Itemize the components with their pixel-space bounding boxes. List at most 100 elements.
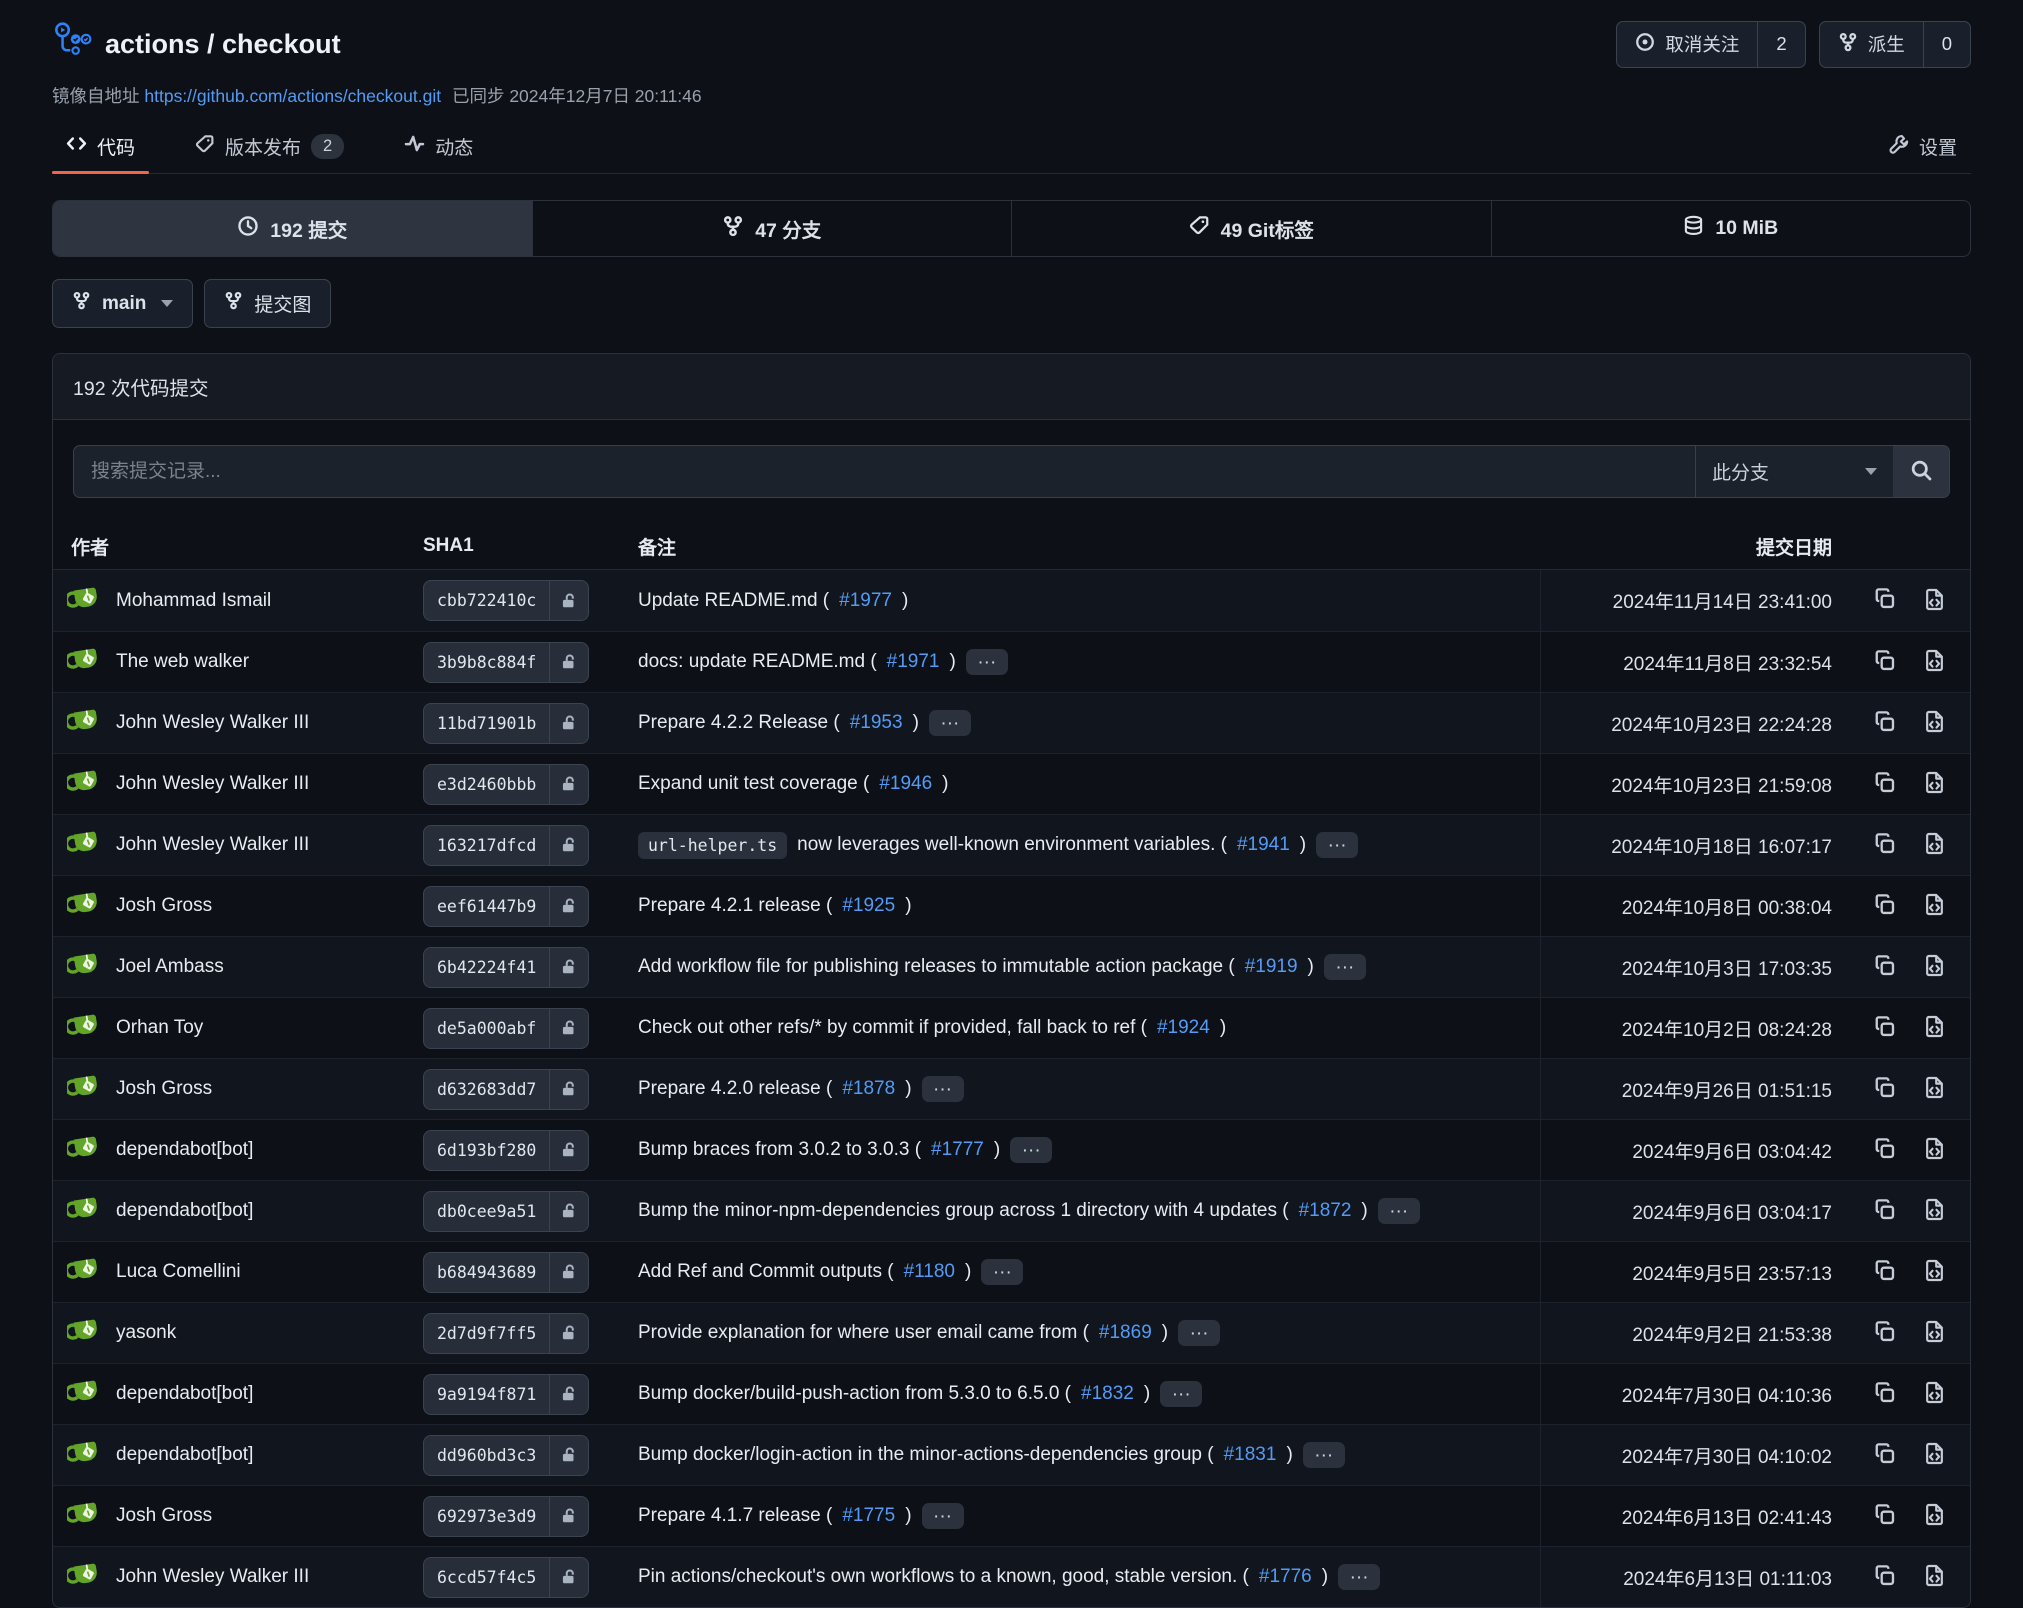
commit-issue-link[interactable]: #1971 [887,651,940,673]
commit-issue-link[interactable]: #1977 [839,590,892,612]
commit-issue-link[interactable]: #1777 [931,1139,984,1161]
browse-source-button[interactable] [1923,1320,1946,1346]
browse-source-button[interactable] [1923,1198,1946,1224]
commit-more-button[interactable]: ··· [1178,1320,1220,1346]
browse-source-button[interactable] [1923,649,1946,675]
commit-sha-badge[interactable]: 2d7d9f7ff5 [423,1313,589,1354]
commit-sha-badge[interactable]: de5a000abf [423,1008,589,1049]
commit-issue-link[interactable]: #1919 [1245,956,1298,978]
unwatch-button[interactable]: 取消关注 2 [1616,21,1805,68]
commit-sha-badge[interactable]: 163217dfcd [423,825,589,866]
copy-sha-button[interactable] [1874,1076,1896,1102]
commit-sha-badge[interactable]: 11bd71901b [423,703,589,744]
commit-issue-link[interactable]: #1776 [1259,1566,1312,1588]
copy-sha-button[interactable] [1874,1381,1896,1407]
browse-source-button[interactable] [1923,1564,1946,1590]
copy-sha-button[interactable] [1874,588,1896,614]
commit-issue-link[interactable]: #1953 [850,712,903,734]
watch-count[interactable]: 2 [1757,22,1804,67]
stat-size[interactable]: 10 MiB [1491,201,1971,256]
copy-sha-button[interactable] [1874,1320,1896,1346]
copy-sha-button[interactable] [1874,1137,1896,1163]
commit-issue-link[interactable]: #1946 [879,773,932,795]
commit-sha-badge[interactable]: e3d2460bbb [423,764,589,805]
commit-issue-link[interactable]: #1832 [1081,1383,1134,1405]
search-input[interactable] [74,446,1695,497]
commit-issue-link[interactable]: #1924 [1157,1017,1210,1039]
fork-count[interactable]: 0 [1923,22,1970,67]
browse-source-button[interactable] [1923,1442,1946,1468]
commit-issue-link[interactable]: #1878 [842,1078,895,1100]
commit-more-button[interactable]: ··· [981,1259,1023,1285]
copy-sha-button[interactable] [1874,1259,1896,1285]
branch-filter-dropdown[interactable]: 此分支 [1695,446,1893,497]
tab-settings[interactable]: 设置 [1875,120,1971,173]
commit-issue-link[interactable]: #1869 [1099,1322,1152,1344]
commit-more-button[interactable]: ··· [1303,1442,1345,1468]
stat-tags[interactable]: 49 Git标签 [1011,201,1491,256]
commit-sha-badge[interactable]: 9a9194f871 [423,1374,589,1415]
browse-source-button[interactable] [1923,588,1946,614]
copy-sha-button[interactable] [1874,1198,1896,1224]
copy-sha-button[interactable] [1874,832,1896,858]
commit-more-button[interactable]: ··· [966,649,1008,675]
browse-source-button[interactable] [1923,1015,1946,1041]
tab-code[interactable]: 代码 [52,120,149,173]
commit-more-button[interactable]: ··· [1160,1381,1202,1407]
mirror-url-link[interactable]: https://github.com/actions/checkout.git [144,86,441,106]
commit-issue-link[interactable]: #1775 [842,1505,895,1527]
commit-more-button[interactable]: ··· [922,1503,964,1529]
browse-source-button[interactable] [1923,1381,1946,1407]
branch-selector[interactable]: main [52,279,193,328]
browse-source-button[interactable] [1923,1076,1946,1102]
browse-source-button[interactable] [1923,954,1946,980]
tab-activity[interactable]: 动态 [390,120,487,173]
commit-graph-button[interactable]: 提交图 [204,279,331,328]
search-button[interactable] [1893,446,1949,497]
commit-sha-badge[interactable]: cbb722410c [423,580,589,621]
commit-issue-link[interactable]: #1925 [842,895,895,917]
copy-sha-button[interactable] [1874,649,1896,675]
browse-source-button[interactable] [1923,1259,1946,1285]
commit-sha-badge[interactable]: dd960bd3c3 [423,1435,589,1476]
copy-sha-button[interactable] [1874,893,1896,919]
commit-issue-link[interactable]: #1941 [1237,834,1290,856]
commit-issue-link[interactable]: #1872 [1299,1200,1352,1222]
commit-sha-badge[interactable]: 692973e3d9 [423,1496,589,1537]
copy-sha-button[interactable] [1874,1015,1896,1041]
browse-source-button[interactable] [1923,1503,1946,1529]
copy-sha-button[interactable] [1874,1442,1896,1468]
tab-releases[interactable]: 版本发布 2 [181,120,358,173]
copy-sha-button[interactable] [1874,1503,1896,1529]
commit-more-button[interactable]: ··· [1338,1564,1380,1590]
commit-more-button[interactable]: ··· [1010,1137,1052,1163]
fork-button[interactable]: 派生 0 [1819,21,1971,68]
commit-more-button[interactable]: ··· [929,710,971,736]
browse-source-button[interactable] [1923,771,1946,797]
commit-sha-badge[interactable]: 6b42224f41 [423,947,589,988]
commit-sha-badge[interactable]: 3b9b8c884f [423,642,589,683]
commit-sha-badge[interactable]: 6d193bf280 [423,1130,589,1171]
commit-more-button[interactable]: ··· [1378,1198,1420,1224]
copy-sha-button[interactable] [1874,1564,1896,1590]
copy-sha-button[interactable] [1874,771,1896,797]
commit-sha-badge[interactable]: db0cee9a51 [423,1191,589,1232]
browse-source-button[interactable] [1923,893,1946,919]
commit-sha-badge[interactable]: eef61447b9 [423,886,589,927]
commit-more-button[interactable]: ··· [1324,954,1366,980]
commit-more-button[interactable]: ··· [1316,832,1358,858]
browse-source-button[interactable] [1923,832,1946,858]
stat-commits[interactable]: 192 提交 [53,201,532,256]
commit-message-text: Check out other refs/* by commit if prov… [638,1017,1147,1039]
commit-issue-link[interactable]: #1180 [904,1261,955,1283]
browse-source-button[interactable] [1923,710,1946,736]
stat-branches[interactable]: 47 分支 [532,201,1012,256]
commit-issue-link[interactable]: #1831 [1224,1444,1277,1466]
commit-more-button[interactable]: ··· [922,1076,964,1102]
commit-sha-badge[interactable]: d632683dd7 [423,1069,589,1110]
copy-sha-button[interactable] [1874,954,1896,980]
commit-sha-badge[interactable]: 6ccd57f4c5 [423,1557,589,1598]
copy-sha-button[interactable] [1874,710,1896,736]
commit-sha-badge[interactable]: b684943689 [423,1252,589,1293]
browse-source-button[interactable] [1923,1137,1946,1163]
